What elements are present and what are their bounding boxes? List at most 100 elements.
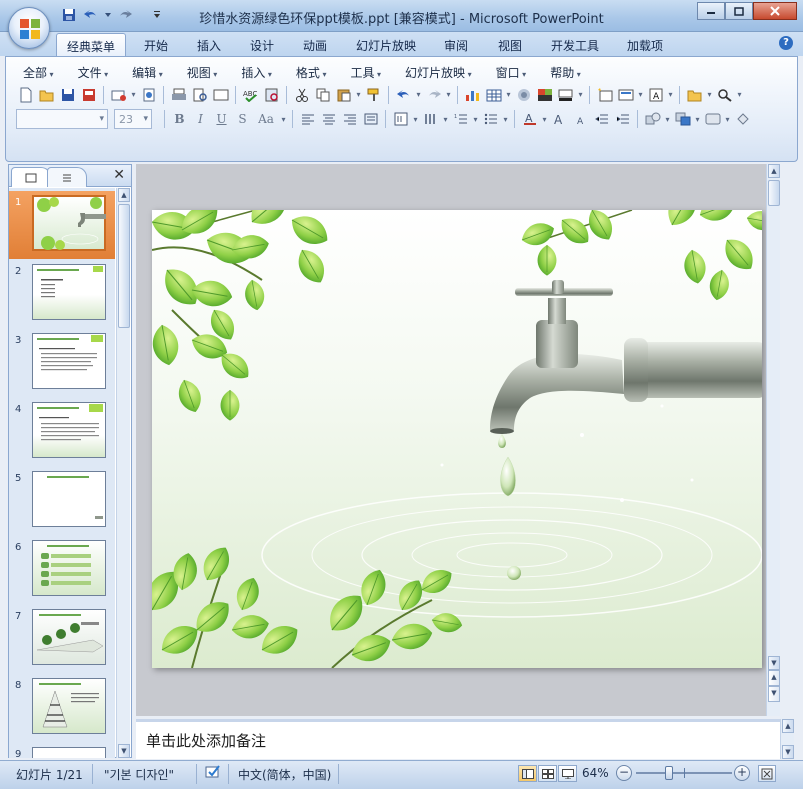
chevron-down-icon[interactable]: ▾ [355,90,362,99]
scroll-up-icon[interactable]: ▲ [118,188,130,202]
underline-button[interactable]: U [212,110,231,129]
slide-view-icon[interactable] [211,85,230,104]
chevron-down-icon[interactable]: ▾ [667,90,674,99]
tab-insert[interactable]: 插入 [187,35,231,56]
arrange-icon[interactable] [673,110,692,129]
font-size-combo[interactable]: 23 [114,109,152,129]
color-grayscale-icon[interactable] [535,85,554,104]
thumbnail-scrollbar[interactable]: ▲ ▼ [116,188,130,758]
current-slide[interactable] [152,210,762,668]
chevron-down-icon[interactable]: ▾ [637,90,644,99]
cut-icon[interactable] [292,85,311,104]
chevron-down-icon[interactable]: ▾ [415,90,422,99]
bullets-icon[interactable] [481,110,500,129]
slide-thumbnail[interactable]: 2 [9,260,115,328]
chevron-down-icon[interactable]: ▾ [724,115,731,124]
close-icon[interactable] [753,2,797,20]
tab-slideshow[interactable]: 幻灯片放映 [346,35,426,56]
copy-icon[interactable] [313,85,332,104]
shape-fill-icon[interactable] [733,110,752,129]
tab-addins[interactable]: 加载项 [617,35,673,56]
scroll-down-icon[interactable]: ▼ [118,744,130,758]
undo-icon[interactable] [394,85,413,104]
slide-thumbnail[interactable]: 9 [9,743,115,758]
zoom-out-icon[interactable]: − [616,765,632,781]
menu-view[interactable]: 视图 [178,64,227,81]
menu-all[interactable]: 全部 [14,64,63,81]
next-slide-icon[interactable]: ▼ [768,686,780,702]
font-color-icon[interactable]: A [520,110,539,129]
tab-view[interactable]: 视图 [488,35,532,56]
grow-font-icon[interactable]: A [550,110,569,129]
paste-icon[interactable] [334,85,353,104]
scroll-thumb[interactable] [118,204,130,328]
minimize-icon[interactable] [697,2,725,20]
chevron-down-icon[interactable]: ▾ [442,115,449,124]
text-box-icon[interactable]: A [646,85,665,104]
bold-button[interactable]: B [170,110,189,129]
slide-layout-icon[interactable] [616,85,635,104]
help-icon[interactable]: ? [779,36,793,50]
print-preview-icon[interactable] [190,85,209,104]
chevron-down-icon[interactable]: ▾ [541,115,548,124]
notes-placeholder[interactable]: 单击此处添加备注 [146,730,266,751]
chevron-down-icon[interactable]: ▾ [577,90,584,99]
slide-sorter-icon[interactable] [538,765,557,782]
menu-help[interactable]: 帮助 [541,64,590,81]
tab-home[interactable]: 开始 [134,35,178,56]
research-icon[interactable] [262,85,281,104]
slide-scrollbar[interactable]: ▲ ▼ ▲ ▼ [766,164,780,716]
normal-view-icon[interactable] [518,765,537,782]
align-left-icon[interactable] [298,110,317,129]
scroll-thumb[interactable] [768,180,780,206]
tab-outline[interactable] [47,167,87,187]
new-icon[interactable] [16,85,35,104]
align-center-icon[interactable] [319,110,338,129]
chart-icon[interactable] [463,85,482,104]
columns-icon[interactable] [421,110,440,129]
proofing-icon[interactable] [204,764,222,783]
text-direction-icon[interactable] [391,110,410,129]
table-icon[interactable] [484,85,503,104]
prev-slide-icon[interactable]: ▲ [768,670,780,686]
shadow-button[interactable]: S [233,110,252,129]
fit-to-window-icon[interactable] [758,765,776,782]
increase-indent-icon[interactable] [613,110,632,129]
chevron-down-icon[interactable]: ▾ [412,115,419,124]
shrink-font-icon[interactable]: A [571,110,590,129]
slide-thumbnail[interactable]: 1 [9,191,115,259]
chevron-down-icon[interactable]: ▾ [736,90,743,99]
zoom-level[interactable]: 64% [582,766,609,780]
office-button[interactable] [8,7,50,49]
zoom-in-icon[interactable]: + [734,765,750,781]
change-case-button[interactable]: Aa [254,110,278,129]
scroll-up-icon[interactable]: ▲ [782,719,794,733]
menu-format[interactable]: 格式 [287,64,336,81]
email-icon[interactable] [109,85,128,104]
menu-tools[interactable]: 工具 [341,64,390,81]
publish-icon[interactable] [139,85,158,104]
notes-pane[interactable]: 单击此处添加备注 [136,719,780,759]
print-icon[interactable] [169,85,188,104]
zoom-slider-thumb[interactable] [665,766,673,780]
clipart-icon[interactable] [514,85,533,104]
menu-file[interactable]: 文件 [69,64,118,81]
fill-color-icon[interactable] [556,85,575,104]
menu-window[interactable]: 窗口 [487,64,536,81]
folder-icon[interactable] [685,85,704,104]
chevron-down-icon[interactable]: ▾ [706,90,713,99]
tab-design[interactable]: 设计 [240,35,284,56]
scroll-down-icon[interactable]: ▼ [782,745,794,759]
chevron-down-icon[interactable]: ▾ [664,115,671,124]
chevron-down-icon[interactable]: ▾ [130,90,137,99]
slide-thumbnail[interactable]: 4 [9,398,115,466]
chevron-down-icon[interactable]: ▾ [694,115,701,124]
close-pane-icon[interactable]: ✕ [113,167,125,183]
permission-icon[interactable] [79,85,98,104]
tab-classic-menu[interactable]: 经典菜单 [56,33,127,56]
maximize-icon[interactable] [725,2,753,20]
menu-slideshow[interactable]: 幻灯片放映 [396,64,481,81]
save-icon[interactable] [58,85,77,104]
quick-styles-icon[interactable] [703,110,722,129]
shapes-icon[interactable] [643,110,662,129]
